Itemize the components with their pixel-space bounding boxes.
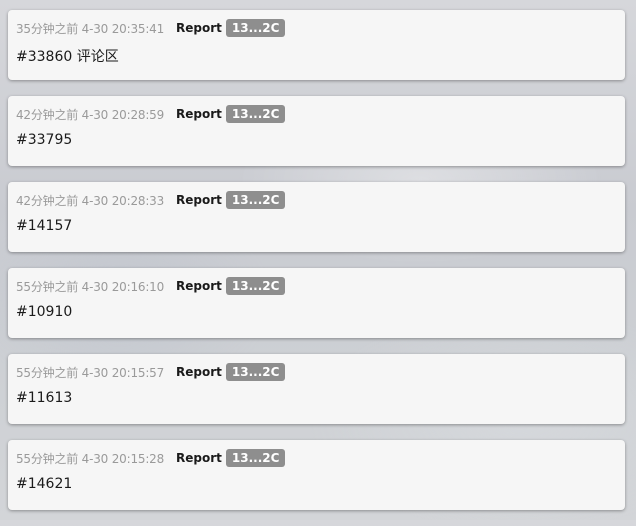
- post-meta: 35分钟之前 4-30 20:35:41 Report 13...2C: [16, 18, 286, 38]
- post-meta: 55分钟之前 4-30 20:15:57 Report 13...2C: [16, 362, 286, 382]
- post-content[interactable]: #10910: [16, 304, 72, 320]
- post-timestamp: 55分钟之前 4-30 20:15:28: [16, 451, 165, 466]
- post-content[interactable]: #33795: [16, 132, 72, 148]
- user-id-badge: 13...2C: [225, 363, 286, 381]
- post-timestamp: 55分钟之前 4-30 20:16:10: [16, 279, 165, 294]
- user-id-badge: 13...2C: [225, 191, 286, 209]
- report-link[interactable]: Report: [176, 21, 222, 35]
- report-link[interactable]: Report: [176, 365, 222, 379]
- post-meta: 55分钟之前 4-30 20:15:28 Report 13...2C: [16, 448, 286, 468]
- user-id-badge: 13...2C: [225, 277, 286, 295]
- post-timestamp: 55分钟之前 4-30 20:15:57: [16, 365, 165, 380]
- post-card: 35分钟之前 4-30 20:35:41 Report 13...2C #338…: [8, 10, 625, 80]
- report-link[interactable]: Report: [176, 279, 222, 293]
- user-id-badge: 13...2C: [225, 449, 286, 467]
- report-link[interactable]: Report: [176, 107, 222, 121]
- post-timestamp: 42分钟之前 4-30 20:28:59: [16, 107, 165, 122]
- post-meta: 55分钟之前 4-30 20:16:10 Report 13...2C: [16, 276, 286, 296]
- post-card: 42分钟之前 4-30 20:28:33 Report 13...2C #141…: [8, 182, 625, 252]
- post-card: 55分钟之前 4-30 20:15:57 Report 13...2C #116…: [8, 354, 625, 424]
- post-content[interactable]: #14621: [16, 476, 72, 492]
- post-timestamp: 42分钟之前 4-30 20:28:33: [16, 193, 165, 208]
- post-content[interactable]: #11613: [16, 390, 72, 406]
- post-card: 42分钟之前 4-30 20:28:59 Report 13...2C #337…: [8, 96, 625, 166]
- report-link[interactable]: Report: [176, 451, 222, 465]
- report-link[interactable]: Report: [176, 193, 222, 207]
- post-card: 55分钟之前 4-30 20:16:10 Report 13...2C #109…: [8, 268, 625, 338]
- post-card: 55分钟之前 4-30 20:15:28 Report 13...2C #146…: [8, 440, 625, 510]
- post-meta: 42分钟之前 4-30 20:28:59 Report 13...2C: [16, 104, 286, 124]
- post-meta: 42分钟之前 4-30 20:28:33 Report 13...2C: [16, 190, 286, 210]
- post-timestamp: 35分钟之前 4-30 20:35:41: [16, 21, 165, 36]
- post-feed: 35分钟之前 4-30 20:35:41 Report 13...2C #338…: [8, 10, 625, 526]
- post-content[interactable]: #33860 评论区: [16, 46, 119, 66]
- user-id-badge: 13...2C: [225, 105, 286, 123]
- post-content[interactable]: #14157: [16, 218, 72, 234]
- user-id-badge: 13...2C: [225, 19, 286, 37]
